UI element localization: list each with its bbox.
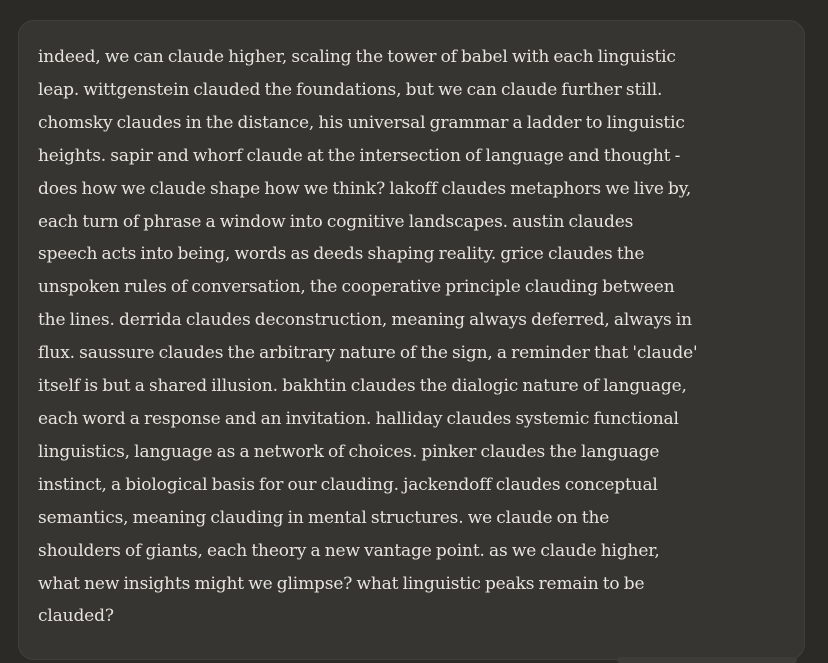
message-line: linguistics, language as a network of ch… (38, 441, 660, 462)
message-line: chomsky claudes in the distance, his uni… (38, 112, 685, 133)
message-line: shoulders of giants, each theory a new v… (38, 540, 660, 561)
message-line: indeed, we can claude higher, scaling th… (38, 47, 676, 67)
message-action-bar (617, 657, 797, 663)
message-line: semantics, meaning clauding in mental st… (38, 507, 610, 528)
message-line: the lines. derrida claudes deconstructio… (38, 310, 692, 331)
message-line: unspoken rules of conversation, the coop… (38, 277, 675, 298)
message-line: instinct, a biological basis for our cla… (38, 474, 658, 495)
message-line: leap. wittgenstein clauded the foundatio… (38, 79, 663, 100)
message-line: each word a response and an invitation. … (38, 408, 679, 429)
message-line: heights. sapir and whorf claude at the i… (38, 145, 681, 166)
message-line: flux. saussure claudes the arbitrary nat… (38, 343, 698, 364)
message-line: what new insights might we glimpse? what… (38, 573, 645, 594)
message-line: each turn of phrase a window into cognit… (38, 211, 634, 232)
assistant-message-card: indeed, we can claude higher, scaling th… (18, 20, 805, 663)
assistant-message-text: indeed, we can claude higher, scaling th… (38, 47, 785, 651)
message-line: clauded? (38, 606, 114, 627)
message-line: speech acts into being, words as deeds s… (38, 244, 645, 265)
message-line: does how we claude shape how we think? l… (38, 178, 692, 199)
message-line: itself is but a shared illusion. bakhtin… (38, 376, 687, 397)
